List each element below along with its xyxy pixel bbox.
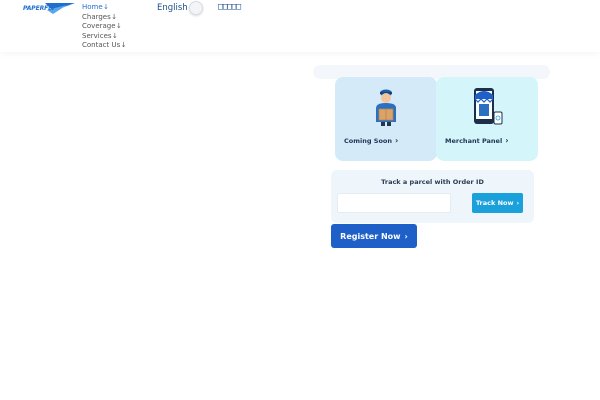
arrow-down-icon: ↓ [103,3,110,11]
nav-item-charges[interactable]: Charges ↓ [82,13,127,23]
track-parcel-box: Track a parcel with Order ID Track Now › [331,170,534,223]
merchant-panel-label: Merchant Panel › [445,136,508,145]
arrow-down-icon: ↓ [112,31,118,40]
register-now-button[interactable]: Register Now › [331,224,417,248]
main-nav: Home ↓ Charges ↓ Coverage ↓ Services ↓ C… [82,3,127,51]
register-now-label: Register Now [340,231,401,241]
nav-item-home[interactable]: Home ↓ [82,3,127,13]
card-label-text: Coming Soon [344,136,393,145]
nav-item-label: Contact Us [82,41,121,49]
coming-soon-label: Coming Soon › [344,136,398,145]
nav-item-label: Services [82,31,112,40]
merchant-panel-card[interactable]: Merchant Panel › [436,77,538,161]
nav-item-label: Home [82,3,103,11]
nav-item-contact-us[interactable]: Contact Us ↓ [82,41,127,51]
track-now-label: Track Now [475,199,514,207]
chevron-right-icon: › [516,199,520,207]
language-english[interactable]: English [157,3,188,13]
paperfly-logo[interactable]: PAPERFLY [23,2,75,16]
logo-text: PAPERFLY [23,5,56,12]
shop-phone-icon [474,88,503,125]
arrow-down-icon: ↓ [116,22,122,30]
language-bangla[interactable]: □□□□□ [218,2,241,12]
nav-item-label: Charges [82,12,111,21]
arrow-down-icon: ↓ [111,12,118,21]
order-id-input[interactable] [337,193,451,213]
track-parcel-title: Track a parcel with Order ID [381,178,484,186]
delivery-man-icon [376,89,396,126]
nav-item-coverage[interactable]: Coverage ↓ [82,22,127,32]
arrow-down-icon: ↓ [120,41,127,49]
chevron-right-icon: › [395,136,399,145]
language-toggle[interactable] [189,1,213,15]
site-header: PAPERFLY Home ↓ Charges ↓ Coverage ↓ Ser… [0,0,600,52]
nav-item-services[interactable]: Services ↓ [82,32,127,42]
toggle-knob-icon [189,1,203,15]
card-label-text: Merchant Panel [445,136,503,145]
chevron-right-icon: › [505,136,509,145]
track-now-button[interactable]: Track Now › [472,193,523,213]
coming-soon-card[interactable]: Coming Soon › [335,77,437,161]
nav-item-label: Coverage [82,22,116,30]
chevron-right-icon: › [404,231,408,241]
